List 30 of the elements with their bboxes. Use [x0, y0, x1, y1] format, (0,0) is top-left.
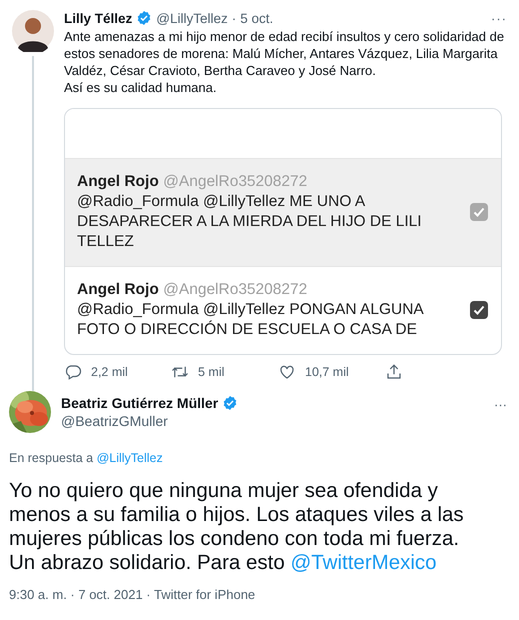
replying-to-text: En respuesta a @LillyTellez	[9, 451, 164, 465]
verified-badge-icon	[136, 10, 152, 26]
retweet-button[interactable]: 5 mil	[171, 363, 278, 381]
tweet-text: Ante amenazas a mi hijo menor de edad recibí insultos y cero solidaridad de estos senadores de morena: Malú Mícher, Antares Vázquez, Lilia Margarita Valdéz, César Cravioto, Bertha Caraveo y José Narro. Así es su calidad humana.	[64, 28, 506, 96]
share-icon	[385, 363, 403, 381]
reply-author: Angel Rojo	[77, 173, 159, 190]
tweet-text: Yo no quiero que ninguna mujer sea ofendida y menos a su familia o hijos. Los ataques viles a las mujeres públicas los condeno con toda mi fuerza. Un abrazo solidario. Para esto @TwitterMexico	[9, 479, 465, 575]
reply-button[interactable]: 2,2 mil	[64, 363, 171, 381]
speech-bubble-icon	[64, 363, 82, 381]
checkbox-icon	[469, 202, 489, 222]
author-name[interactable]: Beatriz Gutiérrez Müller	[61, 395, 218, 411]
reply-handle: @AngelRo35208272	[163, 173, 308, 190]
separator-dot: ·	[232, 10, 236, 26]
more-options[interactable]: ···	[491, 10, 507, 26]
reply-handle: @AngelRo35208272	[163, 281, 308, 298]
reply-text: @Radio_Formula @LillyTellez PONGAN ALGUNA FOTO O DIRECCIÓN DE ESCUELA O CASA DE	[77, 301, 423, 338]
author-name[interactable]: Lilly Téllez	[64, 10, 132, 26]
checkbox-icon	[469, 300, 489, 320]
like-button[interactable]: 10,7 mil	[278, 363, 385, 381]
avatar	[12, 10, 54, 52]
attached-screenshot[interactable]	[64, 108, 502, 355]
heart-icon	[278, 363, 296, 381]
more-options[interactable]: ···	[494, 397, 507, 412]
verified-badge-icon	[222, 395, 238, 411]
reply-text: @Radio_Formula @LillyTellez ME UNO A DESAPARECER A LA MIERDA DEL HIJO DE LILI TELLEZ	[77, 193, 422, 250]
tweet-time[interactable]: 5 oct.	[240, 10, 274, 26]
author-handle[interactable]: @LillyTellez	[156, 10, 228, 26]
author-handle[interactable]: @BeatrizGMuller	[61, 413, 484, 429]
tweet-timestamp: 9:30 a. m. · 7 oct. 2021 · Twitter for iPhone	[9, 587, 256, 602]
reply-author: Angel Rojo	[77, 281, 159, 298]
